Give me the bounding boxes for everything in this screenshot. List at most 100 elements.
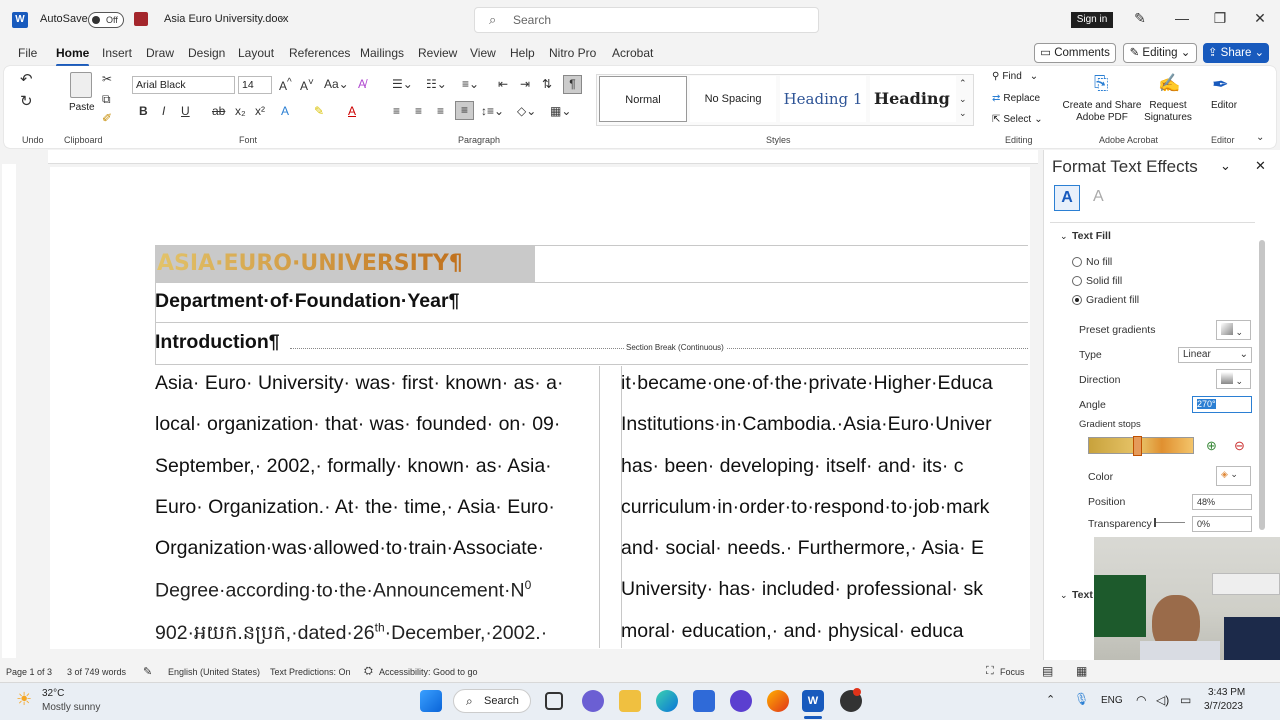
font-name-combo[interactable]: Arial Black	[132, 76, 235, 94]
clear-formatting-icon[interactable]: A̸	[358, 77, 366, 91]
paragraph-line[interactable]: Institutions·in·Cambodia.·Asia·Euro·Univ…	[621, 413, 992, 436]
print-layout-icon[interactable]: ▦	[1076, 664, 1087, 678]
align-right-icon[interactable]: ≡	[437, 104, 444, 118]
chevron-up-icon[interactable]: ⌃	[1046, 693, 1055, 706]
paragraph-line[interactable]: local· organization· that· was· founded·…	[155, 413, 560, 436]
paste-button[interactable]: Paste	[69, 102, 95, 113]
paragraph-line[interactable]: Euro· Organization.· At· the· time,· Asi…	[155, 496, 555, 519]
styles-scroll-down-icon[interactable]: ⌄	[959, 94, 967, 105]
position-input[interactable]: 48%	[1192, 494, 1252, 510]
paragraph-line[interactable]: September,· 2002,· formally· known· as· …	[155, 455, 552, 478]
decrease-indent-icon[interactable]: ⇤	[498, 77, 508, 91]
start-menu-icon[interactable]	[420, 690, 442, 712]
bullets-icon[interactable]: ☰⌄	[392, 77, 413, 91]
paragraph-line[interactable]: it·became·one·of·the·private·Higher·Educ…	[621, 372, 993, 395]
focus-button[interactable]: Focus	[1000, 667, 1025, 677]
direction-dropdown[interactable]: ⌄	[1216, 369, 1251, 389]
tab-acrobat[interactable]: Acrobat	[612, 46, 653, 60]
show-marks-icon[interactable]: ¶	[563, 75, 582, 94]
tab-home[interactable]: Home	[56, 46, 90, 67]
numbering-icon[interactable]: ☷⌄	[426, 77, 447, 91]
justify-icon[interactable]: ≡	[455, 101, 474, 120]
department-heading[interactable]: Department·of·Foundation·Year¶	[155, 290, 459, 313]
microphone-icon[interactable]: 🎙︎	[1074, 692, 1089, 706]
add-stop-icon[interactable]: ⊕	[1206, 438, 1217, 454]
remove-stop-icon[interactable]: ⊖	[1234, 438, 1245, 454]
select-button[interactable]: ⇱ Select ⌄	[992, 114, 1043, 125]
increase-indent-icon[interactable]: ⇥	[520, 77, 530, 91]
undo-icon[interactable]: ↶	[20, 70, 33, 88]
paragraph-line[interactable]: moral· education,· and· physical· educa	[621, 620, 964, 643]
style-no-spacing[interactable]: No Spacing	[690, 76, 776, 122]
create-share-pdf-button[interactable]: Create and Share Adobe PDF	[1062, 100, 1142, 124]
transparency-slider[interactable]	[1155, 522, 1185, 523]
pane-options-icon[interactable]: ⌄	[1220, 158, 1231, 174]
read-mode-icon[interactable]: ▤	[1042, 664, 1053, 678]
tab-nitro-pro[interactable]: Nitro Pro	[549, 46, 596, 60]
document-title[interactable]: Asia Euro University.docx	[164, 13, 289, 25]
solid-fill-radio[interactable]	[1072, 276, 1082, 286]
volume-icon[interactable]: ◁)	[1156, 693, 1169, 707]
pane-scrollbar[interactable]	[1259, 240, 1265, 530]
styles-scroll-up-icon[interactable]: ⌃	[959, 78, 967, 89]
shrink-font-icon[interactable]: A˅	[300, 77, 314, 93]
pane-close-icon[interactable]: ✕	[1255, 158, 1266, 174]
gradient-stop-handle[interactable]	[1133, 436, 1142, 456]
bold-icon[interactable]: B	[139, 104, 148, 118]
word-taskbar-icon[interactable]: W	[802, 690, 824, 712]
type-dropdown[interactable]: Linear ⌄	[1178, 347, 1252, 363]
text-effects-tab-icon[interactable]: A	[1093, 188, 1104, 206]
collapse-icon[interactable]: ⌄	[1060, 590, 1068, 601]
style-normal[interactable]: Normal	[599, 76, 687, 122]
style-heading-1[interactable]: Heading 1	[780, 76, 866, 122]
format-painter-icon[interactable]: ✐	[102, 111, 112, 125]
find-button[interactable]: ⚲ Find ⌄	[992, 71, 1038, 82]
clock-date[interactable]: 3/7/2023	[1204, 701, 1243, 712]
angle-input[interactable]: 270°	[1192, 396, 1252, 413]
text-effects-icon[interactable]: A	[281, 104, 289, 118]
collapse-icon[interactable]: ⌄	[1060, 231, 1068, 242]
paragraph-line[interactable]: Organization·was·allowed·to·train·Associ…	[155, 537, 544, 560]
tab-references[interactable]: References	[289, 46, 350, 60]
clock-time[interactable]: 3:43 PM	[1208, 687, 1245, 698]
task-view-icon[interactable]	[545, 692, 563, 710]
redo-icon[interactable]: ↻	[20, 92, 33, 110]
gradient-fill-radio[interactable]	[1072, 295, 1082, 305]
strikethrough-icon[interactable]: ab	[212, 104, 225, 118]
no-fill-label[interactable]: No fill	[1086, 256, 1112, 268]
text-outline-section[interactable]: Text	[1072, 589, 1093, 601]
italic-icon[interactable]: I	[162, 104, 165, 118]
accessibility-status[interactable]: Accessibility: Good to go	[379, 667, 478, 677]
comments-button[interactable]: ▭ Comments	[1034, 43, 1116, 63]
weather-icon[interactable]: ☀	[16, 689, 32, 710]
tab-insert[interactable]: Insert	[102, 46, 132, 60]
paragraph-line[interactable]: has· been· developing· itself· and· its·…	[621, 455, 964, 478]
styles-more-icon[interactable]: ⌄	[959, 108, 967, 119]
page-count[interactable]: Page 1 of 3	[6, 667, 52, 677]
share-button[interactable]: ⇪ Share ⌄	[1203, 43, 1269, 63]
tab-layout[interactable]: Layout	[238, 46, 274, 60]
minimize-icon[interactable]: —	[1172, 10, 1192, 26]
paragraph-line[interactable]: Asia· Euro· University· was· first· know…	[155, 372, 564, 395]
paragraph-line[interactable]: University· has· included· professional·…	[621, 578, 983, 601]
file-explorer-icon[interactable]	[619, 690, 641, 712]
tab-review[interactable]: Review	[418, 46, 457, 60]
paragraph-line[interactable]: curriculum·in·order·to·respond·to·job·ma…	[621, 496, 989, 519]
transparency-slider-thumb[interactable]	[1154, 518, 1156, 527]
cut-icon[interactable]: ✂	[102, 72, 112, 86]
style-heading-2[interactable]: Heading 2	[870, 76, 956, 122]
app-icon[interactable]	[730, 690, 752, 712]
horizontal-ruler[interactable]	[48, 150, 1038, 164]
word-count[interactable]: 3 of 749 words	[67, 667, 126, 677]
line-spacing-icon[interactable]: ↕≡⌄	[481, 104, 504, 118]
font-color-icon[interactable]: A	[348, 104, 356, 118]
align-center-icon[interactable]: ≡	[415, 104, 422, 118]
borders-icon[interactable]: ▦⌄	[550, 104, 571, 118]
edge-browser-icon[interactable]	[656, 690, 678, 712]
save-icon[interactable]	[134, 12, 148, 26]
proofing-icon[interactable]: ✎	[143, 665, 152, 678]
superscript-icon[interactable]: x²	[255, 104, 265, 118]
tab-mailings[interactable]: Mailings	[360, 46, 404, 60]
sign-in-button[interactable]: Sign in	[1071, 12, 1113, 28]
weather-condition[interactable]: Mostly sunny	[42, 702, 100, 713]
